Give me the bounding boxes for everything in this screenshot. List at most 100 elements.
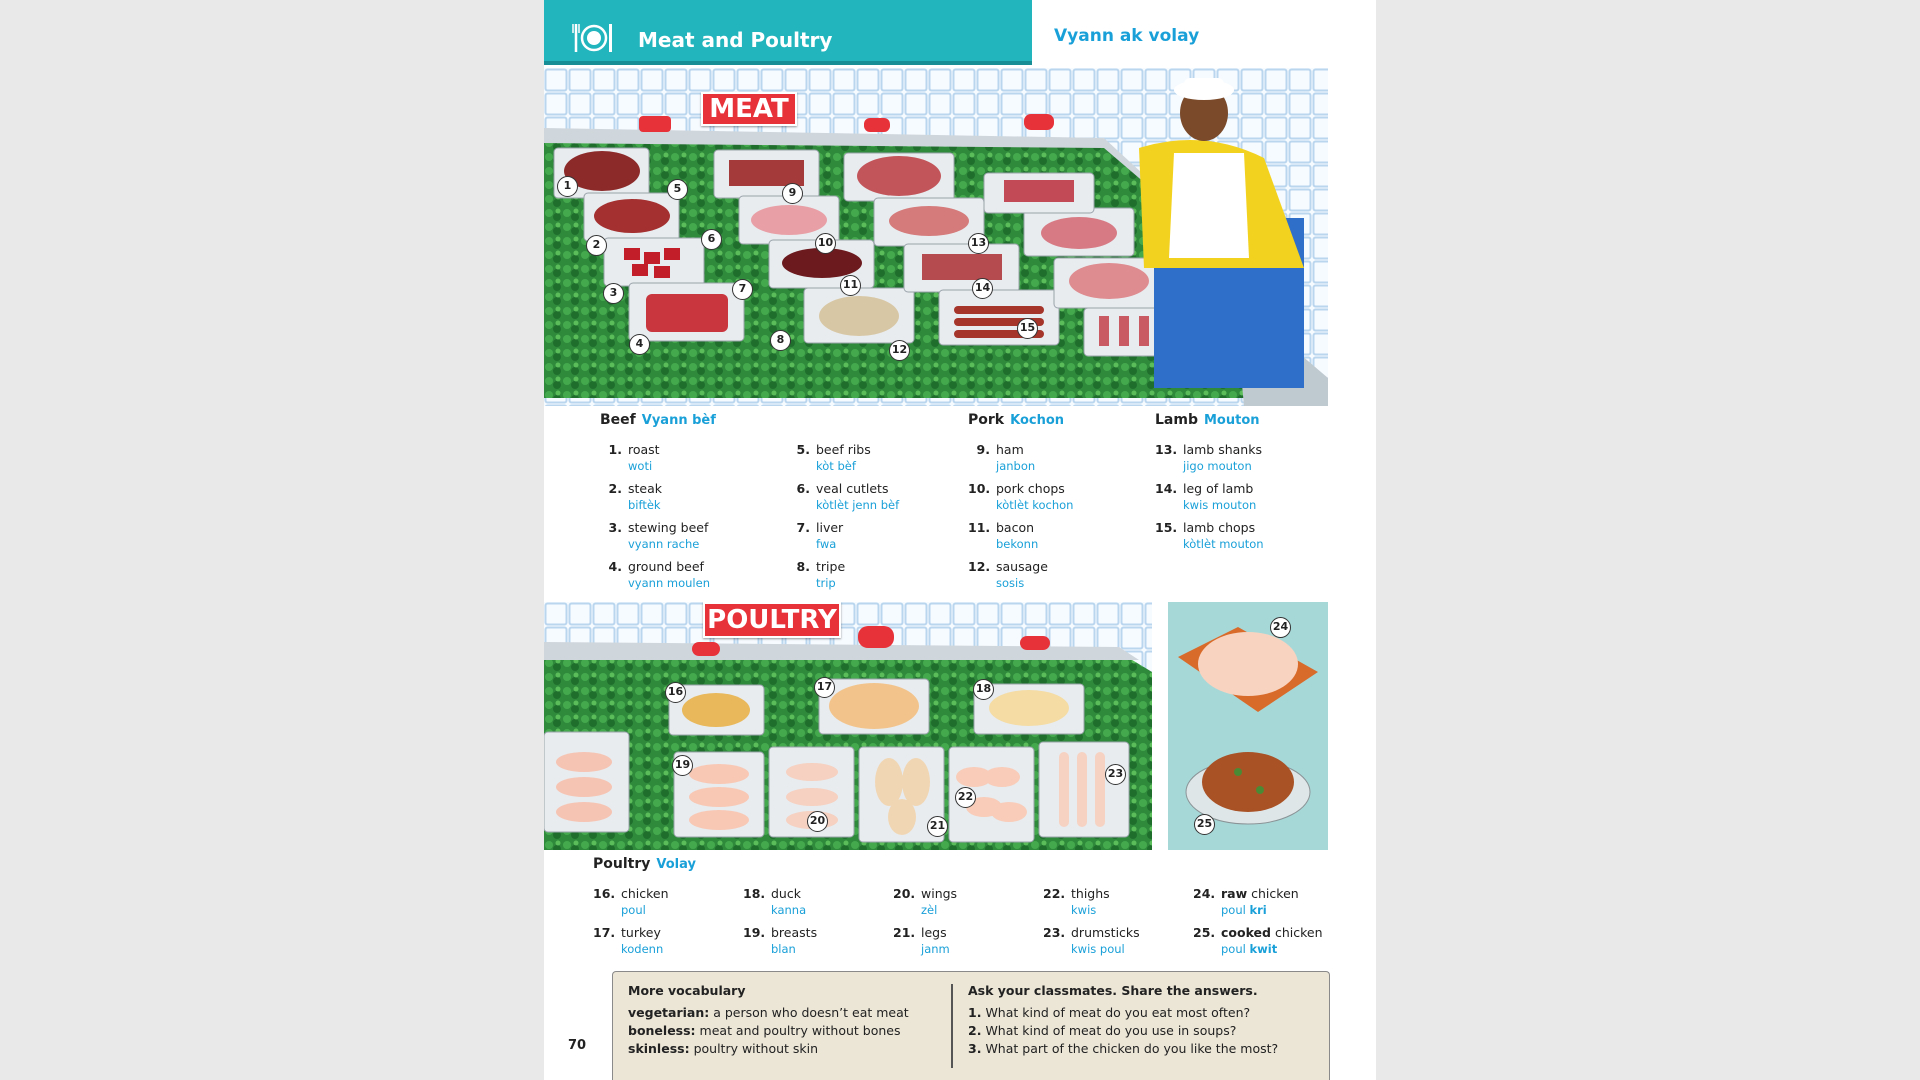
vocab-entry: skinless: poultry without skin (628, 1041, 819, 1056)
pork-list: 9. ham janbon 10. pork chops kòtlèt kochon 1… (968, 442, 1138, 598)
poultry-list-col2: 18. duck kanna 19. breasts blan (743, 886, 883, 964)
callout-4: 4 (629, 334, 650, 355)
poultry-list-col4: 22. thighs kwis 23. drumsticks kwis poul (1043, 886, 1183, 964)
callout-20: 20 (807, 811, 828, 832)
list-item: 2. steak biftèk (608, 481, 663, 512)
poultry-counter-illustration: POULTRY 16 17 18 19 20 21 22 23 (544, 602, 1152, 850)
poultry-label: Poultry (593, 856, 651, 872)
list-item: 17. turkey kodenn (593, 925, 664, 956)
callout-16: 16 (665, 682, 686, 703)
list-item: 6. veal cutlets kòtlèt jenn bèf (796, 481, 900, 512)
vocab-entry: vegetarian: a person who doesn’t eat mea… (628, 1005, 909, 1020)
list-item: 10. pork chops kòtlèt kochon (968, 481, 1074, 512)
callout-14: 14 (972, 278, 993, 299)
meat-sign: MEAT (701, 92, 797, 126)
poultry-counter-drawing (544, 602, 1152, 850)
pig-icon (864, 118, 890, 132)
list-item: 9. ham janbon (976, 442, 1036, 473)
lamb-label-kr: Mouton (1203, 413, 1260, 428)
ask-classmates: Ask your classmates. Share the answers. … (968, 982, 1318, 1058)
turkey-silhouette-icon (858, 626, 894, 648)
beef-list-col2: 5. beef ribs kòt bèf 6. veal cutlets kòtlèt … (788, 442, 958, 598)
callout-6: 6 (701, 229, 722, 250)
list-item: 4. ground beef vyann moulen (608, 559, 710, 590)
callout-21: 21 (927, 816, 948, 837)
raw-and-cooked-chicken-panel: 24 25 (1168, 602, 1328, 850)
list-item: 7. liver fwa (796, 520, 844, 551)
cow-icon (639, 116, 671, 132)
plate-fork-icon (572, 24, 612, 52)
callout-9: 9 (782, 183, 803, 204)
callout-7: 7 (732, 279, 753, 300)
callout-5: 5 (667, 179, 688, 200)
callout-1: 1 (557, 176, 578, 197)
callout-18: 18 (973, 679, 994, 700)
callout-13: 13 (968, 233, 989, 254)
document-viewer: Meat and Poultry Vyann ak volay MEAT 1 2… (0, 0, 1920, 1080)
list-item: 1. roast woti (608, 442, 660, 473)
sheep-icon (1024, 114, 1054, 130)
chicken-silhouette-icon (692, 642, 720, 656)
lamb-list: 13. lamb shanks jigo mouton 14. leg of lamb… (1155, 442, 1325, 559)
category-poultry: Poultry Volay (593, 856, 696, 872)
ask-classmates-title: Ask your classmates. Share the answers. (968, 983, 1258, 998)
more-vocabulary: More vocabulary vegetarian: a person who… (628, 982, 938, 1058)
list-item: 15. lamb chops kòtlèt mouton (1155, 520, 1264, 551)
poultry-list-col1: 16. chicken poul 17. turkey kodenn (593, 886, 733, 964)
list-item: 19. breasts blan (743, 925, 818, 956)
beef-label: Beef (600, 412, 636, 428)
list-item: 22. thighs kwis (1043, 886, 1110, 917)
category-lamb: Lamb Mouton (1155, 412, 1260, 428)
pork-label: Pork (968, 412, 1005, 428)
callout-23: 23 (1105, 764, 1126, 785)
list-item: 3. stewing beef vyann rache (608, 520, 709, 551)
callout-2: 2 (586, 235, 607, 256)
page-subtitle: Vyann ak volay (1054, 26, 1200, 46)
callout-17: 17 (814, 677, 835, 698)
poultry-list-col5: 24. raw chicken poul kri 25. cooked chicken… (1193, 886, 1343, 964)
question: 2. What kind of meat do you use in soups… (968, 1023, 1237, 1038)
callout-11: 11 (840, 275, 861, 296)
list-item: 13. lamb shanks jigo mouton (1155, 442, 1262, 473)
question: 1. What kind of meat do you eat most oft… (968, 1005, 1251, 1020)
lamb-label: Lamb (1155, 412, 1198, 428)
callout-24: 24 (1270, 617, 1291, 638)
category-pork: Pork Kochon (968, 412, 1064, 428)
list-item: 25. cooked chicken poul kwit (1193, 925, 1323, 956)
callout-12: 12 (889, 340, 910, 361)
page-title: Meat and Poultry (638, 28, 833, 52)
duck-silhouette-icon (1020, 636, 1050, 650)
callout-10: 10 (815, 233, 836, 254)
footer-divider (951, 984, 953, 1068)
list-item: 14. leg of lamb kwis mouton (1155, 481, 1257, 512)
callout-25: 25 (1194, 814, 1215, 835)
poultry-label-kr: Volay (656, 857, 696, 872)
list-item: 23. drumsticks kwis poul (1043, 925, 1140, 956)
list-item: 12. sausage sosis (968, 559, 1048, 590)
page: Meat and Poultry Vyann ak volay MEAT 1 2… (544, 0, 1376, 1080)
page-number: 70 (568, 1038, 587, 1053)
meat-counter-drawing (544, 68, 1328, 406)
meat-counter-illustration: MEAT 1 2 3 4 5 6 7 8 9 10 11 12 13 14 15 (544, 68, 1328, 406)
callout-15: 15 (1017, 318, 1038, 339)
more-vocabulary-title: More vocabulary (628, 983, 746, 998)
list-item: 20. wings zèl (893, 886, 958, 917)
raw-cooked-chicken-drawing (1178, 627, 1318, 825)
list-item: 5. beef ribs kòt bèf (796, 442, 871, 473)
callout-19: 19 (672, 755, 693, 776)
callout-3: 3 (603, 283, 624, 304)
question: 3. What part of the chicken do you like … (968, 1041, 1279, 1056)
list-item: 21. legs janm (893, 925, 950, 956)
poultry-list-col3: 20. wings zèl 21. legs janm (893, 886, 1033, 964)
footer-activity-box: More vocabulary vegetarian: a person who… (612, 971, 1330, 1080)
beef-label-kr: Vyann bèf (641, 413, 716, 428)
list-item: 16. chicken poul (593, 886, 669, 917)
list-item: 18. duck kanna (743, 886, 807, 917)
pork-label-kr: Kochon (1010, 413, 1065, 428)
vocab-entry: boneless: meat and poultry without bones (628, 1023, 901, 1038)
poultry-sign: POULTRY (703, 602, 841, 638)
title-bar: Meat and Poultry (544, 0, 1032, 65)
callout-22: 22 (955, 787, 976, 808)
callout-8: 8 (770, 330, 791, 351)
list-item: 11. bacon bekonn (968, 520, 1039, 551)
